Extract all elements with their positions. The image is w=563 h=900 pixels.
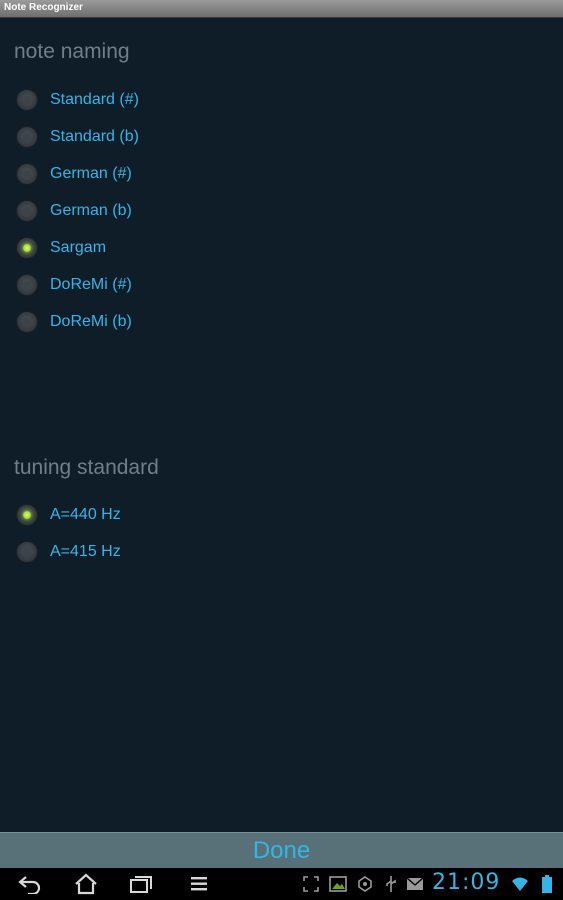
radio-button[interactable] <box>16 237 38 259</box>
option-label: German (b) <box>50 202 132 219</box>
usb-icon <box>382 875 400 893</box>
note-naming-option-standard-sharp[interactable]: Standard (#) <box>16 87 316 115</box>
option-label: A=415 Hz <box>50 543 121 560</box>
clock: 21:09 <box>432 870 501 895</box>
radio-indicator <box>23 170 31 178</box>
android-debug-icon <box>356 875 374 893</box>
radio-button[interactable] <box>16 126 38 148</box>
gallery-icon <box>329 875 347 893</box>
note-naming-title: note naming <box>14 40 130 63</box>
note-naming-option-doremi-flat[interactable]: DoReMi (b) <box>16 309 316 337</box>
done-button[interactable]: Done <box>0 832 563 869</box>
screenshot-icon <box>302 875 320 893</box>
tuning-standard-title: tuning standard <box>14 456 159 479</box>
radio-indicator <box>23 318 31 326</box>
radio-button[interactable] <box>16 311 38 333</box>
radio-button[interactable] <box>16 504 38 526</box>
tuning-option-a440[interactable]: A=440 Hz <box>16 502 316 530</box>
radio-indicator <box>23 511 31 519</box>
radio-indicator <box>23 244 31 252</box>
option-label: DoReMi (b) <box>50 313 132 330</box>
option-label: A=440 Hz <box>50 506 121 523</box>
note-naming-option-german-flat[interactable]: German (b) <box>16 198 316 226</box>
menu-icon[interactable] <box>183 872 215 896</box>
system-bar: 21:09 <box>0 868 563 900</box>
radio-indicator <box>23 281 31 289</box>
option-label: DoReMi (#) <box>50 276 132 293</box>
radio-button[interactable] <box>16 200 38 222</box>
back-icon[interactable] <box>14 872 46 896</box>
done-label: Done <box>252 837 311 864</box>
recent-apps-icon[interactable] <box>125 872 157 896</box>
note-naming-option-german-sharp[interactable]: German (#) <box>16 161 316 189</box>
option-label: Standard (#) <box>50 91 139 108</box>
radio-button[interactable] <box>16 89 38 111</box>
option-label: Standard (b) <box>50 128 139 145</box>
wifi-icon <box>511 875 529 893</box>
note-naming-option-sargam[interactable]: Sargam <box>16 235 316 263</box>
radio-indicator <box>23 96 31 104</box>
radio-button[interactable] <box>16 274 38 296</box>
radio-indicator <box>23 133 31 141</box>
title-bar: Note Recognizer <box>0 0 563 18</box>
note-naming-option-standard-flat[interactable]: Standard (b) <box>16 124 316 152</box>
tuning-option-a415[interactable]: A=415 Hz <box>16 539 316 567</box>
option-label: Sargam <box>50 239 107 256</box>
radio-indicator <box>23 207 31 215</box>
option-label: German (#) <box>50 165 132 182</box>
radio-button[interactable] <box>16 541 38 563</box>
battery-icon <box>538 875 556 893</box>
mail-icon <box>406 875 424 893</box>
home-icon[interactable] <box>70 872 102 896</box>
note-naming-option-doremi-sharp[interactable]: DoReMi (#) <box>16 272 316 300</box>
radio-indicator <box>23 548 31 556</box>
radio-button[interactable] <box>16 163 38 185</box>
window-title: Note Recognizer <box>4 2 83 13</box>
